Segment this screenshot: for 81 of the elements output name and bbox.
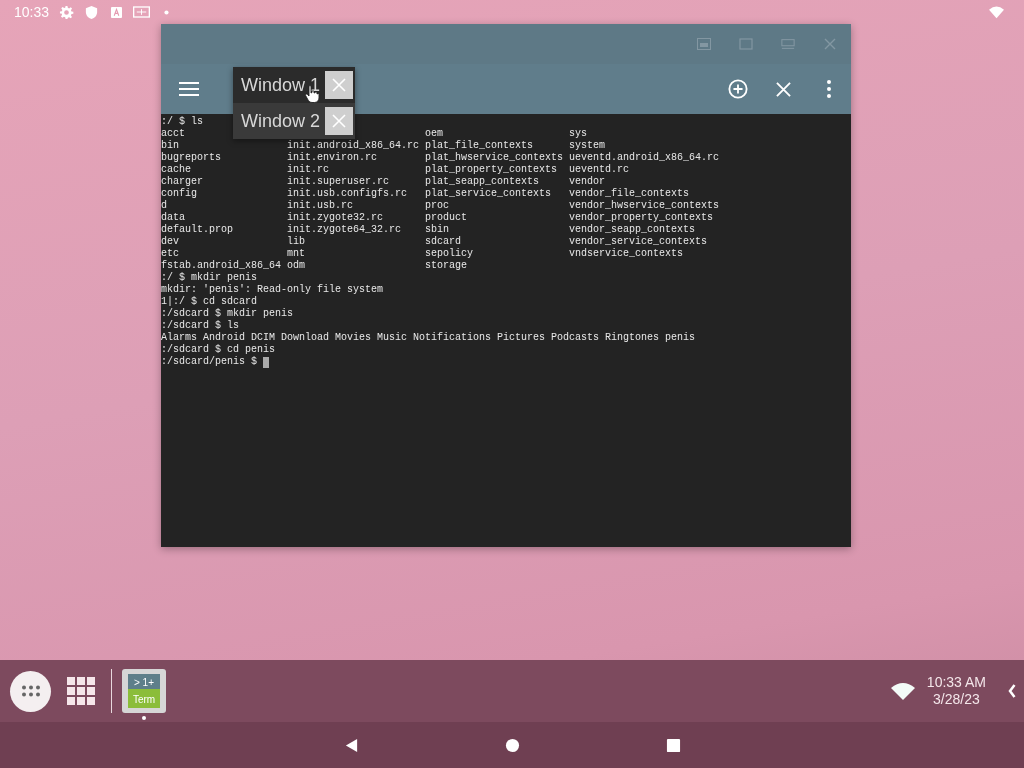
dots-icon [20, 685, 41, 697]
shield-icon [84, 4, 100, 20]
file-name: mnt [287, 248, 306, 259]
notification-dot-icon [164, 9, 170, 15]
file-name: dev [161, 236, 179, 247]
file-name: vndservice_contexts [569, 248, 684, 259]
back-icon[interactable] [343, 737, 359, 753]
terminal-line: :/ $ ls [161, 116, 203, 128]
chevron-icon[interactable] [1008, 684, 1016, 698]
clock-date: 3/28/23 [933, 691, 980, 708]
file-name: vendor_seapp_contexts [569, 224, 696, 235]
window-tab[interactable]: Window 1 [233, 67, 355, 103]
wifi-icon [989, 4, 1004, 20]
file-name: bugreports [161, 152, 221, 163]
terminal-line: :/sdcard $ ls [161, 320, 239, 332]
status-time: 10:33 [14, 4, 50, 20]
terminal-line: mkdir: 'penis': Read-only file system [161, 284, 384, 296]
file-name: proc [425, 200, 450, 211]
file-name: sdcard [425, 236, 462, 247]
file-name: plat_hwservice_contexts [425, 152, 564, 163]
file-name: init.rc [287, 164, 330, 175]
terminal-app-icon[interactable]: > 1+ Term [122, 669, 166, 713]
file-name: init.environ.rc [287, 152, 378, 163]
recents-icon[interactable] [665, 737, 681, 753]
terminal-line: 1|:/ $ cd sdcard [161, 296, 257, 308]
grid-icon[interactable] [67, 677, 95, 705]
file-name: data [161, 212, 185, 223]
home-icon[interactable] [504, 737, 520, 753]
file-name: acct [161, 128, 185, 139]
file-name: vendor_service_contexts [569, 236, 708, 247]
menu-icon[interactable] [179, 82, 199, 96]
close-icon [332, 78, 346, 92]
file-name: vendor [569, 176, 606, 187]
file-name: etc [161, 248, 179, 259]
file-name: init.usb.configfs.rc [287, 188, 408, 199]
file-name: fstab.android_x86_64 [161, 260, 282, 271]
window-tab[interactable]: Window 2 [233, 103, 355, 139]
terminal-line: Alarms Android DCIM Download Movies Music Notifications Pictures Podcasts Ringtones penis [161, 332, 696, 344]
file-name: ueventd.rc [569, 164, 630, 175]
close-icon [332, 114, 346, 128]
clock-time: 10:33 AM [926, 674, 986, 691]
file-name: sepolicy [425, 248, 474, 259]
file-name: d [161, 200, 167, 211]
file-name: init.zygote32.rc [287, 212, 384, 223]
terminal-line: :/sdcard $ mkdir penis [161, 308, 294, 320]
add-icon[interactable] [728, 79, 748, 99]
running-indicator [142, 716, 146, 720]
file-name: vendor_hwservice_contexts [569, 200, 720, 211]
file-name: cache [161, 164, 191, 175]
gear-icon [59, 4, 75, 20]
file-name: init.superuser.rc [287, 176, 390, 187]
file-name: config [161, 188, 197, 199]
file-name: sys [569, 128, 588, 139]
screen-icon [133, 6, 151, 18]
file-name: oem [425, 128, 444, 139]
file-name: odm [287, 260, 306, 271]
file-name: vendor_file_contexts [569, 188, 690, 199]
terminal-line: :/sdcard $ cd penis [161, 344, 276, 356]
file-name: init.android_x86_64.rc [287, 140, 420, 151]
file-name: bin [161, 140, 179, 151]
more-options-icon[interactable] [827, 80, 831, 98]
file-name: system [569, 140, 606, 151]
file-name: init.usb.rc [287, 200, 354, 211]
file-name: init.zygote64_32.rc [287, 224, 402, 235]
file-name: storage [425, 260, 468, 271]
file-name: plat_property_contexts [425, 164, 558, 175]
file-name: charger [161, 176, 203, 187]
app-drawer-button[interactable] [10, 670, 51, 712]
keyboard-letter-icon [111, 6, 123, 18]
file-name: ueventd.android_x86_64.rc [569, 152, 720, 163]
file-name: sbin [425, 224, 450, 235]
file-name: product [425, 212, 468, 223]
file-name: plat_service_contexts [425, 188, 552, 199]
terminal-line: :/ $ mkdir penis [161, 272, 257, 284]
file-name: vendor_property_contexts [569, 212, 714, 223]
file-name: plat_file_contexts [425, 140, 534, 151]
terminal-line: :/sdcard/penis $ [161, 356, 257, 368]
file-name: lib [287, 236, 306, 247]
file-name: plat_seapp_contexts [425, 176, 540, 187]
file-name: default.prop [161, 224, 233, 235]
wifi-icon [890, 682, 915, 700]
